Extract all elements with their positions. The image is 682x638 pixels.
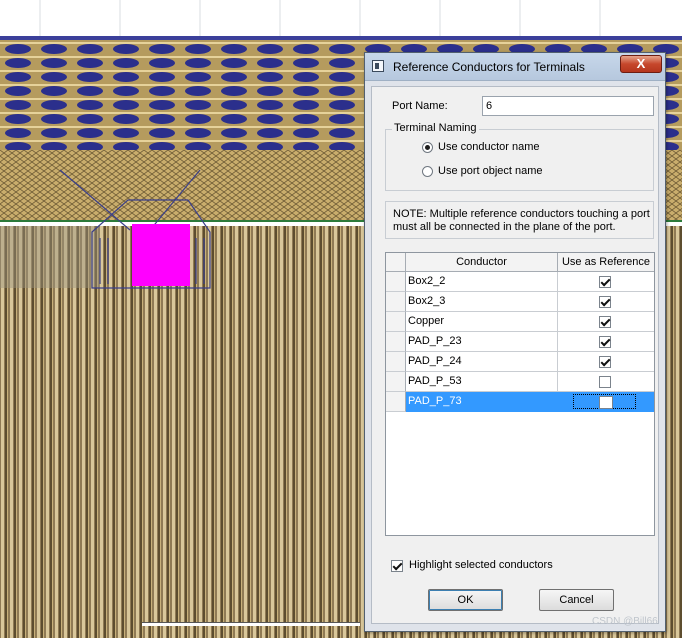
table-row[interactable]: Box2_2	[386, 272, 654, 292]
table-row[interactable]: Copper	[386, 312, 654, 332]
use-port-object-name-radio[interactable]	[422, 166, 433, 177]
table-row[interactable]: Box2_3	[386, 292, 654, 312]
use-as-reference-checkbox[interactable]	[599, 296, 611, 308]
table-row[interactable]: PAD_P_53	[386, 372, 654, 392]
terminal-naming-legend: Terminal Naming	[392, 122, 479, 134]
row-header[interactable]	[386, 292, 406, 312]
table-row[interactable]: PAD_P_24	[386, 352, 654, 372]
close-button[interactable]: X	[620, 55, 662, 73]
use-as-reference-cell[interactable]	[558, 372, 654, 392]
ok-button[interactable]: OK	[428, 589, 503, 611]
use-conductor-name-label[interactable]: Use conductor name	[438, 141, 540, 153]
row-header[interactable]	[386, 352, 406, 372]
conductor-name-cell[interactable]: PAD_P_73	[406, 392, 558, 412]
row-header[interactable]	[386, 312, 406, 332]
use-as-reference-cell[interactable]	[558, 292, 654, 312]
conductor-name-cell[interactable]: Copper	[406, 312, 558, 332]
use-as-reference-cell[interactable]	[558, 272, 654, 292]
cancel-button[interactable]: Cancel	[539, 589, 614, 611]
dialog-title: Reference Conductors for Terminals	[393, 60, 585, 74]
use-as-reference-cell[interactable]	[558, 312, 654, 332]
port-name-label: Port Name:	[392, 100, 448, 112]
table-corner-header	[386, 253, 406, 272]
use-as-reference-checkbox[interactable]	[599, 356, 611, 368]
note-box: NOTE: Multiple reference conductors touc…	[385, 201, 654, 239]
window-icon	[372, 60, 384, 72]
port-highlight	[132, 224, 190, 286]
use-as-reference-cell[interactable]	[558, 332, 654, 352]
terminal-naming-group: Terminal Naming Use conductor name Use p…	[385, 122, 654, 191]
column-header-conductor[interactable]: Conductor	[406, 253, 558, 272]
highlight-selected-label[interactable]: Highlight selected conductors	[409, 559, 553, 571]
conductor-name-cell[interactable]: PAD_P_53	[406, 372, 558, 392]
cell-focus-rect	[573, 394, 636, 409]
conductor-name-cell[interactable]: PAD_P_23	[406, 332, 558, 352]
dialog-body: Port Name: Terminal Naming Use conductor…	[371, 86, 659, 624]
note-text: NOTE: Multiple reference conductors touc…	[393, 208, 650, 233]
conductor-name-cell[interactable]: Box2_2	[406, 272, 558, 292]
table-row[interactable]: PAD_P_73	[386, 392, 654, 412]
conductor-name-cell[interactable]: Box2_3	[406, 292, 558, 312]
highlight-selected-checkbox[interactable]	[391, 560, 403, 572]
use-as-reference-checkbox[interactable]	[599, 396, 613, 409]
use-as-reference-checkbox[interactable]	[599, 276, 611, 288]
conductor-table: Conductor Use as Reference Box2_2 Box2_3 C…	[385, 252, 655, 536]
row-header[interactable]	[386, 272, 406, 292]
reference-conductors-dialog: Reference Conductors for Terminals X Por…	[364, 52, 666, 632]
dialog-titlebar[interactable]: Reference Conductors for Terminals X	[365, 53, 665, 81]
viewport-scroll-indicator[interactable]	[142, 622, 360, 626]
use-as-reference-checkbox[interactable]	[599, 336, 611, 348]
use-as-reference-cell[interactable]	[558, 392, 654, 412]
conductor-name-cell[interactable]: PAD_P_24	[406, 352, 558, 372]
port-name-input[interactable]	[482, 96, 654, 116]
row-header[interactable]	[386, 392, 406, 412]
use-conductor-name-radio[interactable]	[422, 142, 433, 153]
use-as-reference-checkbox[interactable]	[599, 316, 611, 328]
column-header-use-as-reference[interactable]: Use as Reference	[558, 253, 654, 272]
row-header[interactable]	[386, 372, 406, 392]
use-as-reference-checkbox[interactable]	[599, 376, 611, 388]
use-as-reference-cell[interactable]	[558, 352, 654, 372]
row-header[interactable]	[386, 332, 406, 352]
watermark: CSDN @Bill66	[592, 616, 658, 627]
use-port-object-name-label[interactable]: Use port object name	[438, 165, 543, 177]
table-row[interactable]: PAD_P_23	[386, 332, 654, 352]
